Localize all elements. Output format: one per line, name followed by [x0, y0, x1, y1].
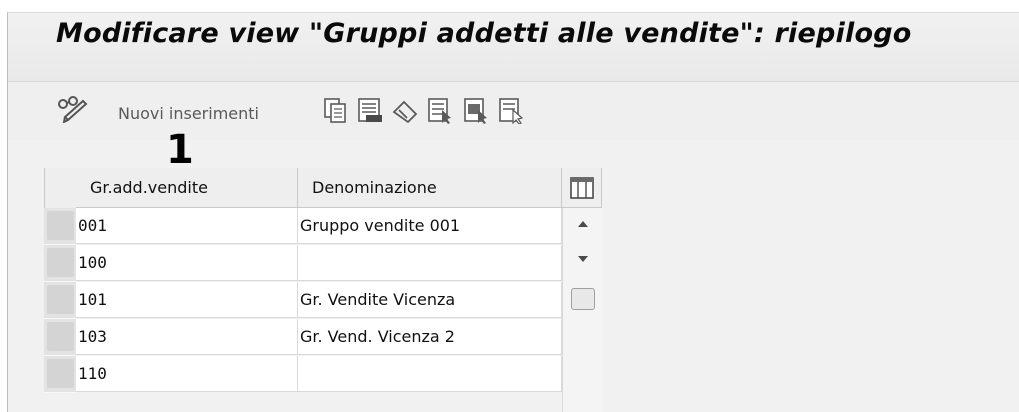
save-icon[interactable] — [356, 96, 384, 124]
select-all-icon[interactable] — [426, 96, 454, 124]
sales-group-code[interactable]: 100 — [76, 245, 298, 281]
sales-group-code[interactable]: 101 — [76, 282, 298, 318]
sales-group-description[interactable] — [298, 356, 562, 392]
deselect-all-icon[interactable] — [497, 96, 525, 124]
table-settings-button[interactable] — [562, 168, 602, 208]
column-header-description[interactable]: Denominazione — [298, 168, 562, 208]
sales-group-code[interactable]: 103 — [76, 319, 298, 355]
row-selector[interactable] — [44, 208, 76, 245]
sales-group-description[interactable]: Gr. Vend. Vicenza 2 — [298, 319, 562, 355]
select-block-icon[interactable] — [462, 96, 490, 124]
new-entries-button[interactable]: Nuovi inserimenti — [118, 104, 259, 123]
annotation-marker: 1 — [166, 127, 194, 173]
row-selector[interactable] — [44, 245, 76, 282]
row-selector[interactable] — [44, 356, 76, 393]
scroll-down-icon[interactable] — [563, 244, 603, 274]
sales-group-description[interactable]: Gruppo vendite 001 — [298, 208, 562, 244]
scroll-up-icon[interactable] — [563, 208, 603, 238]
vertical-scrollbar[interactable] — [562, 208, 603, 412]
table-settings-icon — [570, 177, 594, 199]
copy-icon[interactable] — [322, 96, 350, 124]
row-selector[interactable] — [44, 282, 76, 319]
select-all-rows-header[interactable] — [44, 168, 78, 209]
column-header-sales-group[interactable]: Gr.add.vendite — [76, 168, 298, 208]
row-selector[interactable] — [44, 319, 76, 356]
sales-group-description[interactable]: Gr. Vendite Vicenza — [298, 282, 562, 318]
page-title: Modificare view "Gruppi addetti alle ven… — [56, 18, 912, 49]
sales-group-description[interactable] — [298, 245, 562, 281]
glasses-pencil-icon[interactable] — [55, 95, 91, 123]
undo-icon[interactable] — [390, 96, 422, 124]
scrollbar-thumb[interactable] — [571, 288, 595, 310]
sales-group-code[interactable]: 110 — [76, 356, 298, 392]
sales-group-code[interactable]: 001 — [76, 208, 298, 244]
